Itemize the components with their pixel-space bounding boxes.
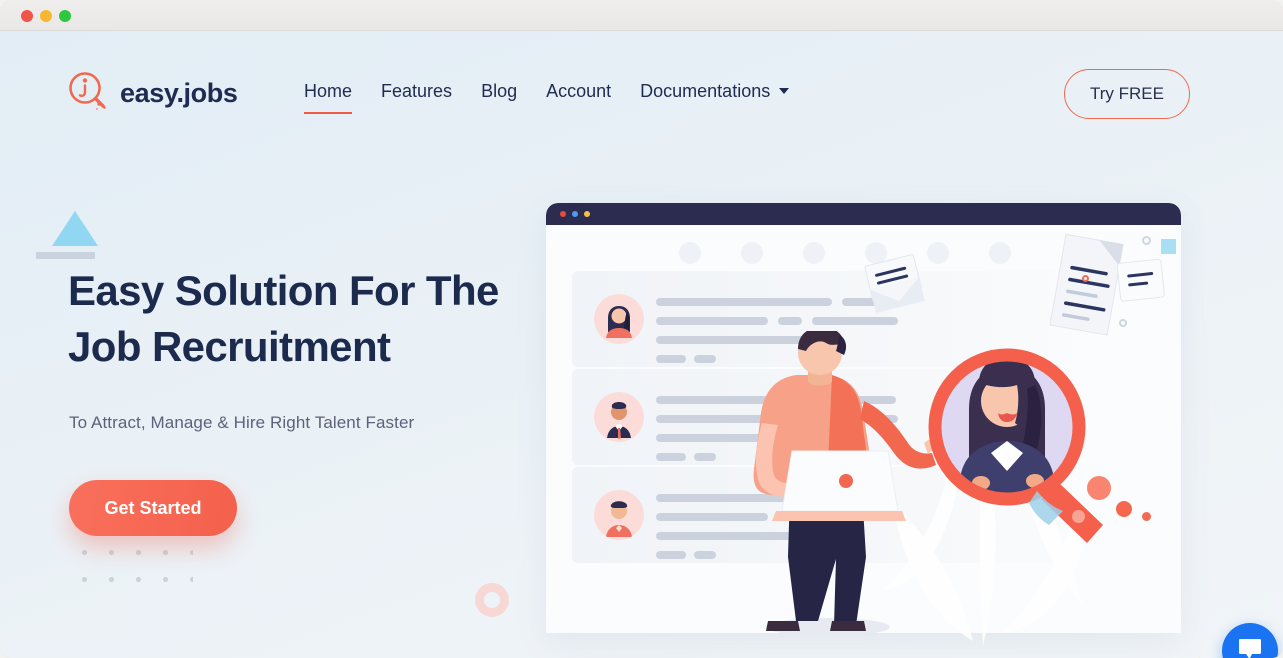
accent-dot (1142, 512, 1151, 521)
mock-dot-red (560, 211, 566, 217)
small-document-icon (1116, 258, 1165, 302)
nav-label: Features (381, 81, 453, 101)
hero-heading-line-1: Easy Solution For The (68, 267, 499, 314)
ring-outline-icon (475, 583, 509, 617)
nav-label: Home (304, 81, 353, 101)
nav-item-blog[interactable]: Blog (481, 81, 546, 114)
nav-label: Blog (481, 81, 518, 101)
hero-heading-line-2: Job Recruitment (68, 323, 391, 370)
window-titlebar (0, 0, 1283, 31)
avatar-person-orange-shirt (594, 490, 644, 540)
browser-mockup-titlebar (546, 203, 1181, 225)
site-navbar: easy.jobs Home Features Blog Account Doc… (0, 31, 1283, 119)
os-window: easy.jobs Home Features Blog Account Doc… (0, 0, 1283, 658)
accent-bar (36, 252, 95, 259)
nav-label: Account (546, 81, 612, 101)
accent-dot (1087, 476, 1111, 500)
window-close-button[interactable] (21, 10, 33, 22)
nav-label: Documentations (640, 81, 771, 101)
woman-in-magnifier (928, 348, 1103, 543)
dotted-triangle-icon (52, 211, 98, 246)
chevron-down-icon (779, 87, 790, 94)
try-free-button[interactable]: Try FREE (1064, 69, 1190, 119)
nav-links: Home Features Blog Account Documentation… (304, 81, 790, 114)
nav-item-account[interactable]: Account (546, 81, 640, 114)
envelope-icon (864, 254, 925, 313)
mock-dot-yellow (584, 211, 590, 217)
ring-icon (1142, 236, 1151, 245)
brand-name: easy.jobs (120, 78, 238, 108)
webpage-viewport: easy.jobs Home Features Blog Account Doc… (0, 31, 1283, 658)
window-maximize-button[interactable] (59, 10, 71, 22)
get-started-button[interactable]: Get Started (69, 480, 237, 536)
nav-item-home[interactable]: Home (304, 81, 381, 114)
ring-icon (1119, 319, 1127, 327)
hero-subtitle: To Attract, Manage & Hire Right Talent F… (69, 413, 415, 432)
avatar-woman-dark-hair (594, 294, 644, 344)
ring-orange-icon (1082, 275, 1089, 282)
chat-bubble-icon (1237, 637, 1263, 658)
hero-illustration (533, 161, 1233, 658)
accent-dot (1116, 501, 1132, 517)
nav-item-features[interactable]: Features (381, 81, 481, 114)
avatar-man-suit-tie (594, 392, 644, 442)
mock-dot-blue (572, 211, 578, 217)
magnifier-i-logo-icon (66, 69, 110, 118)
page-title: Easy Solution For The Job Recruitment (68, 263, 538, 375)
blue-square-decoration (1161, 239, 1176, 254)
accent-dot (1072, 510, 1085, 523)
brand-logo[interactable]: easy.jobs (66, 69, 238, 118)
window-minimize-button[interactable] (40, 10, 52, 22)
nav-item-documentations[interactable]: Documentations (640, 81, 790, 114)
dot-grid-decoration (69, 537, 193, 603)
